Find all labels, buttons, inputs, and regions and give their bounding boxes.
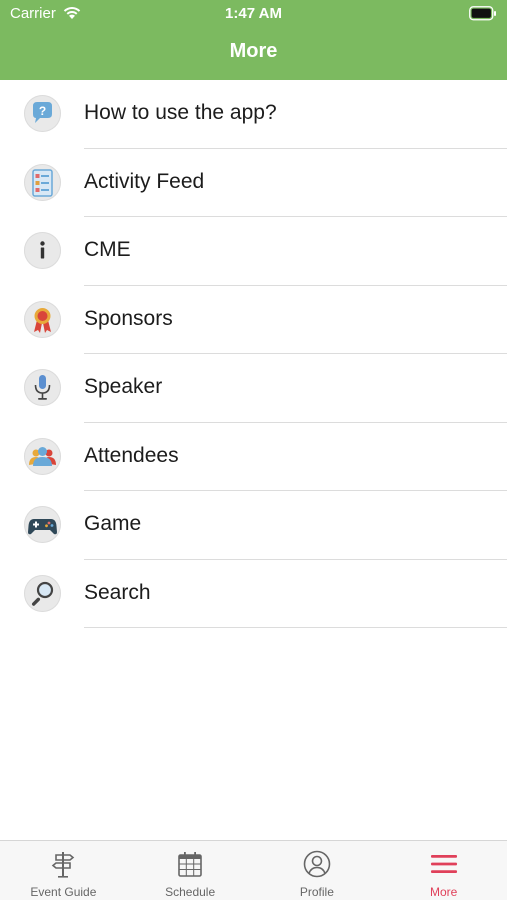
tab-more[interactable]: More [380,841,507,900]
menu-item-attendees[interactable]: Attendees [0,423,507,491]
tab-label: More [429,885,458,899]
more-menu-list: ? How to use the app? Activity Feed CME … [0,80,507,628]
status-time: 1:47 AM [225,5,282,22]
tab-event-guide[interactable]: Event Guide [0,841,127,900]
menu-item-activity-feed[interactable]: Activity Feed [0,149,507,217]
menu-item-label: How to use the app? [84,101,277,124]
tab-label: Schedule [165,885,216,899]
menu-item-sponsors[interactable]: Sponsors [0,286,507,354]
header: Carrier 1:47 AM More [0,0,507,80]
award-ribbon-icon [24,300,61,338]
info-icon [24,232,61,269]
signpost-icon [52,852,75,878]
menu-item-label: Speaker [84,375,163,398]
page-title: More [229,40,278,62]
menu-item-label: Activity Feed [84,169,205,193]
magnifier-icon [24,574,61,612]
gamepad-icon [24,506,61,543]
menu-item-label: Attendees [84,443,179,467]
status-bar: Carrier 1:47 AM [0,0,507,28]
microphone-icon [24,369,61,406]
people-group-icon [24,437,61,475]
menu-item-game[interactable]: Game [0,491,507,560]
activity-list-icon [24,163,61,201]
help-bubble-icon: ? [24,95,61,132]
menu-item-search[interactable]: Search [0,560,507,628]
menu-item-label: CME [84,238,131,261]
calendar-icon [178,852,202,877]
user-icon [303,850,331,878]
tab-label: Profile [299,885,334,899]
menu-item-how-to-use[interactable]: ? How to use the app? [0,80,507,149]
menu-item-speaker[interactable]: Speaker [0,354,507,423]
tab-label: Event Guide [30,885,97,899]
svg-text:?: ? [39,104,46,118]
divider [84,627,507,628]
menu-icon [430,855,457,873]
menu-item-label: Game [84,512,142,535]
tab-profile[interactable]: Profile [254,841,381,900]
tab-schedule[interactable]: Schedule [127,841,254,900]
menu-item-label: Sponsors [84,306,173,330]
menu-item-cme[interactable]: CME [0,217,507,286]
tab-bar: Event Guide Schedule Profile More [0,840,507,900]
battery-icon [469,6,496,21]
menu-item-label: Search [84,580,151,604]
